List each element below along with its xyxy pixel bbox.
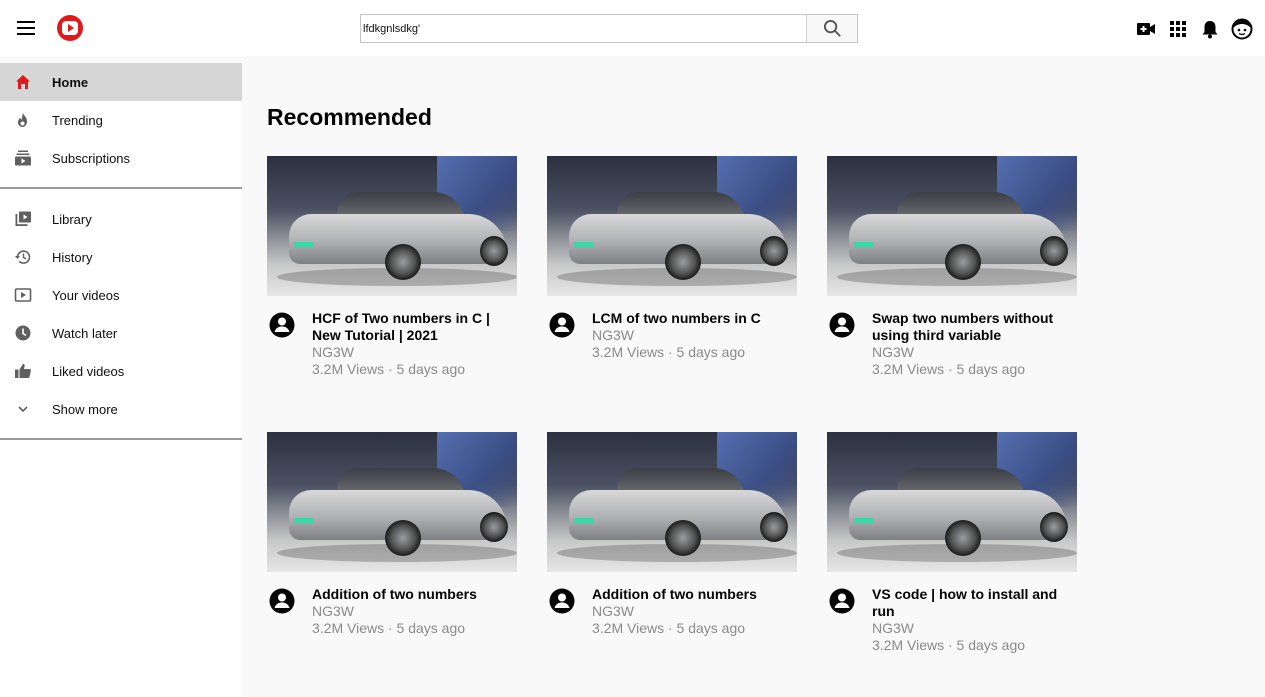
sidebar-item-label: Watch later bbox=[52, 325, 118, 341]
sidebar-item-home[interactable]: Home bbox=[0, 63, 242, 101]
channel-name[interactable]: NG3W bbox=[872, 620, 914, 637]
channel-name[interactable]: NG3W bbox=[872, 344, 914, 361]
video-title[interactable]: Addition of two numbers bbox=[312, 586, 512, 603]
top-bar bbox=[0, 0, 1265, 56]
sidebar-item-label: Your videos bbox=[52, 287, 120, 303]
sidebar-item-history[interactable]: History bbox=[0, 238, 242, 276]
clock-icon bbox=[15, 325, 31, 341]
video-thumbnail[interactable] bbox=[547, 156, 797, 296]
sidebar-item-label: Trending bbox=[52, 112, 103, 128]
sidebar-item-trending[interactable]: Trending bbox=[0, 101, 242, 139]
your-videos-icon bbox=[14, 288, 32, 302]
video-title[interactable]: Addition of two numbers bbox=[592, 586, 792, 603]
search-icon bbox=[823, 19, 841, 37]
search-input[interactable] bbox=[361, 15, 807, 42]
channel-name[interactable]: NG3W bbox=[312, 344, 354, 361]
sidebar-item-show-more[interactable]: Show more bbox=[0, 390, 242, 428]
channel-name[interactable]: NG3W bbox=[312, 603, 354, 620]
account-avatar-icon[interactable] bbox=[1231, 18, 1253, 40]
sidebar-divider bbox=[0, 187, 242, 189]
chevron-down-icon bbox=[18, 406, 28, 413]
sidebar-item-liked-videos[interactable]: Liked videos bbox=[0, 352, 242, 390]
channel-avatar-icon[interactable] bbox=[829, 588, 855, 614]
video-thumbnail[interactable] bbox=[267, 156, 517, 296]
channel-name[interactable]: NG3W bbox=[592, 603, 634, 620]
sidebar-divider bbox=[0, 438, 242, 440]
channel-avatar-icon[interactable] bbox=[549, 588, 575, 614]
video-thumbnail[interactable] bbox=[267, 432, 517, 572]
apps-grid-icon[interactable] bbox=[1167, 18, 1189, 40]
sidebar-item-label: History bbox=[52, 249, 93, 265]
video-stats: 3.2M Views · 5 days ago bbox=[592, 620, 746, 636]
sidebar-item-label: Subscriptions bbox=[52, 150, 131, 166]
create-video-icon[interactable] bbox=[1135, 18, 1157, 40]
video-stats: 3.2M Views · 5 days ago bbox=[872, 361, 1026, 377]
video-card[interactable]: VS code | how to install and run NG3W 3.2M… bbox=[827, 432, 1077, 653]
subscriptions-icon bbox=[15, 150, 31, 166]
home-icon bbox=[16, 75, 30, 89]
sidebar: Home Trending Subscriptions Library Hist… bbox=[0, 63, 242, 697]
sidebar-item-watch-later[interactable]: Watch later bbox=[0, 314, 242, 352]
search-button[interactable] bbox=[806, 15, 857, 42]
video-thumbnail[interactable] bbox=[547, 432, 797, 572]
sidebar-item-label: Home bbox=[52, 74, 89, 90]
channel-avatar-icon[interactable] bbox=[269, 588, 295, 614]
video-thumbnail[interactable] bbox=[827, 156, 1077, 296]
section-title: Recommended bbox=[267, 104, 432, 130]
notifications-bell-icon[interactable] bbox=[1199, 18, 1221, 40]
video-stats: 3.2M Views · 5 days ago bbox=[312, 620, 466, 636]
video-title[interactable]: HCF of Two numbers in C | New Tutorial |… bbox=[312, 310, 512, 344]
sidebar-item-your-videos[interactable]: Your videos bbox=[0, 276, 242, 314]
channel-avatar-icon[interactable] bbox=[269, 312, 295, 338]
video-thumbnail[interactable] bbox=[827, 432, 1077, 572]
video-card[interactable]: Addition of two numbers NG3W 3.2M Views · … bbox=[267, 432, 517, 652]
menu-icon[interactable] bbox=[14, 16, 38, 40]
video-title[interactable]: VS code | how to install and run bbox=[872, 586, 1072, 620]
library-icon bbox=[15, 211, 31, 226]
channel-name[interactable]: NG3W bbox=[592, 327, 634, 344]
sidebar-item-library[interactable]: Library bbox=[0, 200, 242, 238]
video-card[interactable]: LCM of two numbers in C NG3W 3.2M Views · … bbox=[547, 156, 797, 376]
sidebar-item-label: Show more bbox=[52, 401, 118, 417]
header-actions bbox=[1125, 18, 1253, 40]
search-box bbox=[360, 14, 858, 43]
main-content: Recommended HCF of Two numbers in C | Ne… bbox=[242, 63, 1265, 697]
video-stats: 3.2M Views · 5 days ago bbox=[872, 637, 1026, 653]
sidebar-item-label: Library bbox=[52, 211, 92, 227]
youtube-logo-icon[interactable] bbox=[57, 15, 83, 41]
history-icon bbox=[15, 250, 31, 264]
channel-avatar-icon[interactable] bbox=[829, 312, 855, 338]
video-card[interactable]: Swap two numbers without using third var… bbox=[827, 156, 1077, 377]
video-stats: 3.2M Views · 5 days ago bbox=[592, 344, 746, 360]
video-stats: 3.2M Views · 5 days ago bbox=[312, 361, 466, 377]
video-card[interactable]: HCF of Two numbers in C | New Tutorial |… bbox=[267, 156, 517, 377]
sidebar-item-subscriptions[interactable]: Subscriptions bbox=[0, 139, 242, 177]
video-card[interactable]: Addition of two numbers NG3W 3.2M Views · … bbox=[547, 432, 797, 652]
video-title[interactable]: LCM of two numbers in C bbox=[592, 310, 792, 327]
flame-icon bbox=[18, 113, 27, 127]
sidebar-item-label: Liked videos bbox=[52, 363, 125, 379]
channel-avatar-icon[interactable] bbox=[549, 312, 575, 338]
thumbs-up-icon bbox=[15, 364, 31, 378]
video-title[interactable]: Swap two numbers without using third var… bbox=[872, 310, 1072, 344]
